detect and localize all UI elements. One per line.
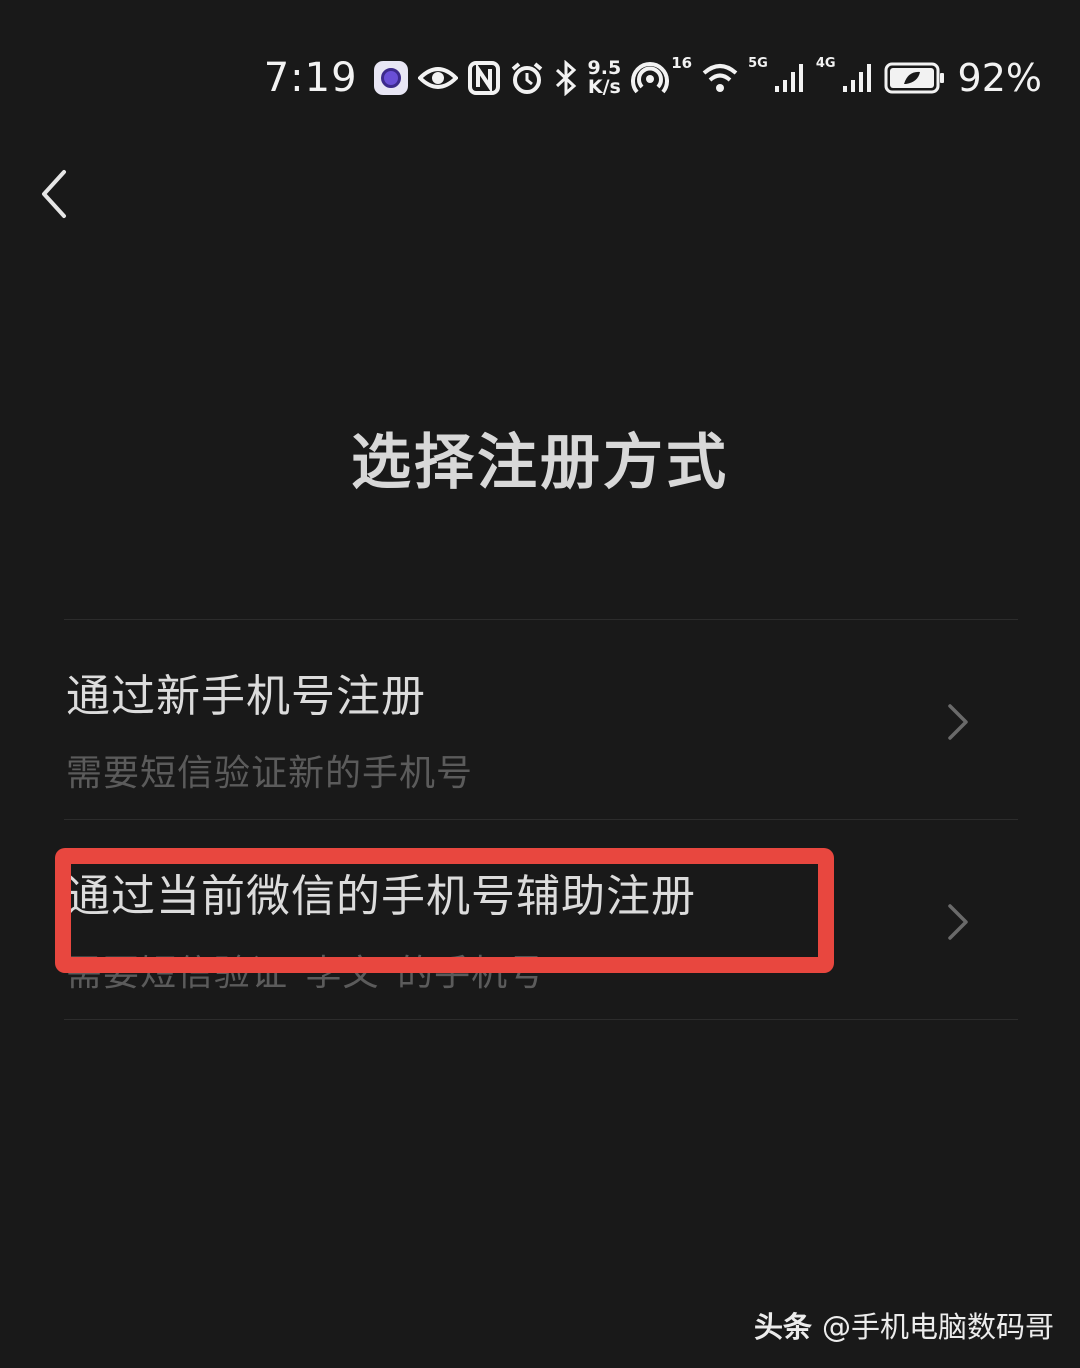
net-speed: 9.5 K/s <box>588 59 622 97</box>
hotspot-count: 16 <box>671 54 693 72</box>
option-current-wechat-phone[interactable]: 通过当前微信的手机号辅助注册 需要短信验证"李文"的手机号 <box>64 820 1018 1020</box>
option-title: 通过当前微信的手机号辅助注册 <box>66 871 696 922</box>
watermark-handle: @手机电脑数码哥 <box>821 1310 1054 1344</box>
nfc-icon <box>467 56 500 100</box>
registration-options-list: 通过新手机号注册 需要短信验证新的手机号 通过当前微信的手机号辅助注册 需要短信… <box>64 619 1018 1020</box>
eye-icon <box>417 56 458 100</box>
alarm-icon <box>510 56 544 100</box>
chevron-right-icon <box>944 702 972 742</box>
battery-icon <box>884 56 946 100</box>
signal-4g-icon <box>842 56 874 100</box>
page-title: 选择注册方式 <box>351 428 729 498</box>
signal2-tag: 4G <box>815 56 836 71</box>
net-speed-unit: K/s <box>587 76 621 98</box>
option-description: 需要短信验证"李文"的手机号 <box>66 953 546 994</box>
chevron-right-icon <box>944 902 972 942</box>
status-bar: 7:19 9.5 K/s 16 5G 4G 92% <box>264 52 1042 104</box>
watermark: 头条 @手机电脑数码哥 <box>754 1304 1054 1346</box>
signal-5g-icon <box>774 56 806 100</box>
battery-percent: 92% <box>957 56 1042 100</box>
option-title: 通过新手机号注册 <box>66 671 426 722</box>
option-new-phone[interactable]: 通过新手机号注册 需要短信验证新的手机号 <box>64 620 1018 820</box>
back-button[interactable] <box>30 166 78 222</box>
app-icon <box>373 56 408 100</box>
signal1-tag: 5G <box>748 56 768 71</box>
hotspot-icon <box>631 56 670 100</box>
wifi-icon <box>702 56 738 100</box>
status-time: 7:19 <box>263 55 358 101</box>
chevron-left-icon <box>42 170 66 218</box>
option-description: 需要短信验证新的手机号 <box>66 753 474 794</box>
watermark-brand: 头条 <box>753 1310 812 1344</box>
bluetooth-icon <box>554 56 578 100</box>
